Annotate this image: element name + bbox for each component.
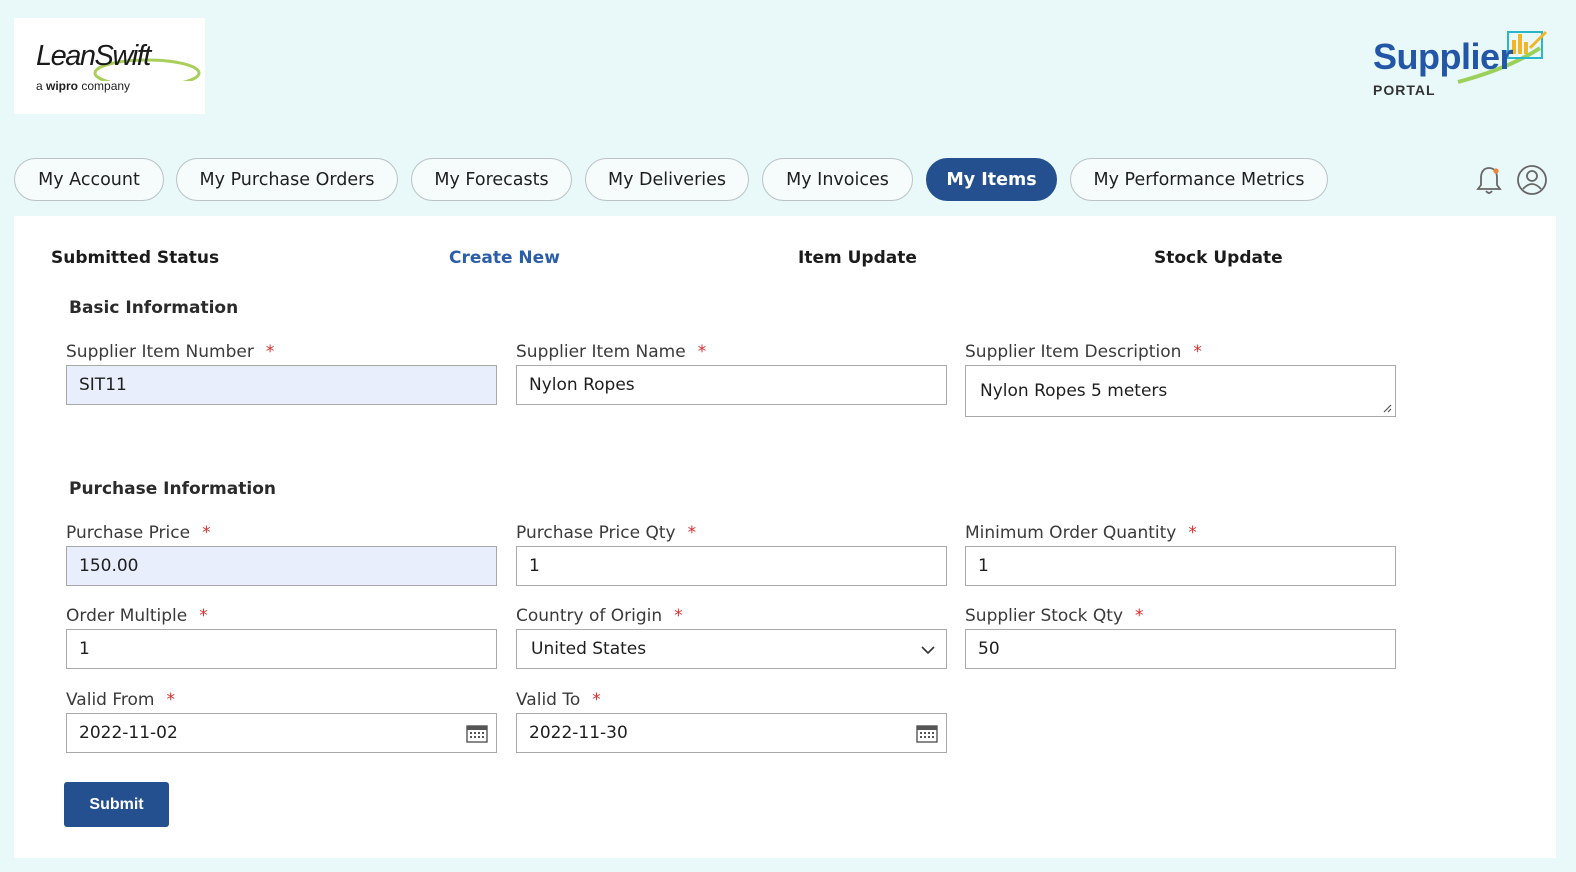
purchase-information-heading: Purchase Information <box>69 479 276 499</box>
user-circle-icon[interactable] <box>1516 164 1548 196</box>
item-name-label: Supplier Item Name * <box>516 342 707 362</box>
tab-item-update[interactable]: Item Update <box>798 248 917 268</box>
item-number-label: Supplier Item Number * <box>66 342 275 362</box>
supplier-stock-qty-label: Supplier Stock Qty * <box>965 606 1144 626</box>
calendar-icon[interactable] <box>466 723 488 743</box>
purchase-price-label: Purchase Price * <box>66 523 211 543</box>
items-panel: Submitted Status Create New Item Update … <box>14 216 1556 858</box>
tab-submitted-status[interactable]: Submitted Status <box>51 248 219 268</box>
bell-icon[interactable] <box>1473 164 1505 196</box>
item-description-textarea[interactable]: Nylon Ropes 5 meters <box>965 365 1396 417</box>
purchase-price-qty-label: Purchase Price Qty * <box>516 523 697 543</box>
item-number-field[interactable]: SIT11 <box>66 365 497 405</box>
min-order-qty-label: Minimum Order Quantity * <box>965 523 1197 543</box>
nav-my-purchase-orders[interactable]: My Purchase Orders <box>176 158 398 201</box>
item-description-label: Supplier Item Description * <box>965 342 1202 362</box>
chevron-down-icon <box>921 646 935 655</box>
valid-from-date-field[interactable]: 2022-11-02 <box>66 713 497 753</box>
valid-to-date-field[interactable]: 2022-11-30 <box>516 713 947 753</box>
valid-to-value: 2022-11-30 <box>529 723 628 743</box>
nav-my-invoices[interactable]: My Invoices <box>762 158 913 201</box>
valid-from-label: Valid From * <box>66 690 175 710</box>
valid-from-value: 2022-11-02 <box>79 723 178 743</box>
country-of-origin-select[interactable]: United States <box>516 629 947 669</box>
nav-my-performance-metrics[interactable]: My Performance Metrics <box>1070 158 1328 201</box>
logo-tagline: a wipro company <box>36 79 131 93</box>
logo-portal-text: PORTAL <box>1373 82 1436 98</box>
supplier-portal-logo: Supplier PORTAL <box>1370 18 1560 108</box>
nav-my-account[interactable]: My Account <box>14 158 164 201</box>
nav-my-deliveries[interactable]: My Deliveries <box>585 158 749 201</box>
valid-to-label: Valid To * <box>516 690 601 710</box>
supplier-stock-qty-field[interactable]: 50 <box>965 629 1396 669</box>
purchase-price-field[interactable]: 150.00 <box>66 546 497 586</box>
item-description-value: Nylon Ropes 5 meters <box>980 381 1168 401</box>
logo-supplier-text: Supplier <box>1373 36 1514 77</box>
order-multiple-label: Order Multiple * <box>66 606 208 626</box>
purchase-price-qty-field[interactable]: 1 <box>516 546 947 586</box>
item-name-field[interactable]: Nylon Ropes <box>516 365 947 405</box>
min-order-qty-field[interactable]: 1 <box>965 546 1396 586</box>
country-of-origin-label: Country of Origin * <box>516 606 683 626</box>
main-nav: My Account My Purchase Orders My Forecas… <box>0 158 1576 201</box>
resize-handle-icon[interactable] <box>1382 403 1392 413</box>
leanswift-logo: LeanSwift a wipro company <box>14 18 205 114</box>
calendar-icon[interactable] <box>916 723 938 743</box>
tab-create-new[interactable]: Create New <box>449 248 560 268</box>
country-of-origin-value: United States <box>531 639 647 659</box>
tab-stock-update[interactable]: Stock Update <box>1154 248 1283 268</box>
nav-my-items[interactable]: My Items <box>926 158 1057 201</box>
basic-information-heading: Basic Information <box>69 298 239 318</box>
submit-button[interactable]: Submit <box>64 782 169 827</box>
nav-my-forecasts[interactable]: My Forecasts <box>411 158 572 201</box>
logo-brand-text: LeanSwift <box>36 40 151 72</box>
order-multiple-field[interactable]: 1 <box>66 629 497 669</box>
